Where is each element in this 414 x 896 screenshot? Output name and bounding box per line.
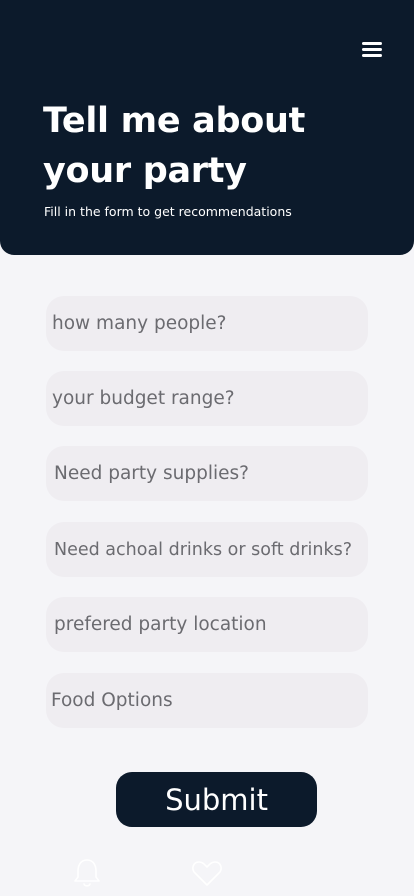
bell-icon[interactable] [69,856,105,890]
party-supplies-placeholder: Need party supplies? [54,463,249,484]
drinks-placeholder: Need achoal drinks or soft drinks? [54,539,353,560]
people-count-placeholder: how many people? [52,313,227,334]
party-location-field[interactable]: prefered party location [46,597,368,652]
header-banner: Tell me about your party Fill in the for… [0,0,414,255]
heart-icon[interactable] [189,856,225,890]
people-count-field[interactable]: how many people? [46,296,368,351]
party-location-placeholder: prefered party location [54,614,267,635]
hamburger-menu-icon[interactable] [355,36,389,64]
food-options-placeholder: Food Options [51,690,173,711]
page-subtitle: Fill in the form to get recommendations [44,204,292,219]
party-supplies-field[interactable]: Need party supplies? [46,446,368,501]
budget-range-placeholder: your budget range? [52,388,235,409]
budget-range-field[interactable]: your budget range? [46,371,368,426]
page-title: Tell me about your party [43,101,306,191]
food-options-field[interactable]: Food Options [46,673,368,728]
drinks-field[interactable]: Need achoal drinks or soft drinks? [46,522,368,577]
submit-button[interactable]: Submit [116,772,317,827]
